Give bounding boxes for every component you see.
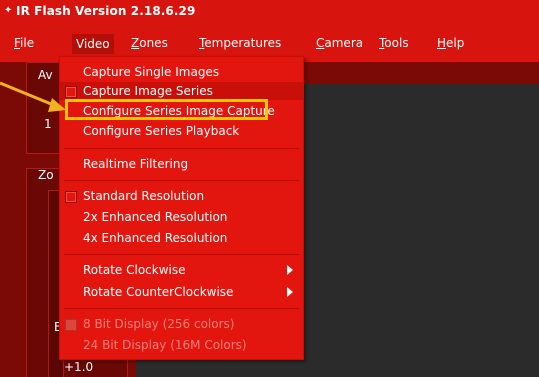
- menu-item-rotate-clockwise[interactable]: Rotate Clockwise: [60, 261, 303, 279]
- menu-item-capture-single-images[interactable]: Capture Single Images: [60, 63, 303, 81]
- menu-camera[interactable]: Camera: [316, 36, 363, 50]
- submenu-arrow-icon: [287, 287, 293, 297]
- menu-separator: [64, 254, 299, 255]
- menu-item-24bit-display[interactable]: 24 Bit Display (16M Colors): [60, 336, 303, 354]
- menu-help[interactable]: Help: [437, 36, 464, 50]
- menu-item-capture-image-series[interactable]: Capture Image Series: [60, 82, 303, 100]
- menu-item-rotate-counterclockwise[interactable]: Rotate CounterClockwise: [60, 283, 303, 301]
- menu-item-standard-resolution[interactable]: Standard Resolution: [60, 187, 303, 205]
- menu-separator: [64, 308, 299, 309]
- zoom-label: Zo: [38, 168, 54, 182]
- menu-item-4x-enhanced-resolution[interactable]: 4x Enhanced Resolution: [60, 229, 303, 247]
- checkbox-icon: [65, 319, 77, 331]
- annotation-arrow-icon: [0, 81, 66, 112]
- annotation-highlight-box: [65, 99, 268, 120]
- menu-separator: [64, 180, 299, 181]
- menu-item-configure-series-playback[interactable]: Configure Series Playback: [60, 122, 303, 140]
- submenu-arrow-icon: [287, 265, 293, 275]
- menu-zones[interactable]: Zones: [131, 36, 168, 50]
- menu-tools[interactable]: Tools: [379, 36, 409, 50]
- menu-item-2x-enhanced-resolution[interactable]: 2x Enhanced Resolution: [60, 208, 303, 226]
- menu-separator: [64, 148, 299, 149]
- title-bar: ✦ IR Flash Version 2.18.6.29: [0, 0, 539, 26]
- app-window: ✦ IR Flash Version 2.18.6.29 File Video …: [0, 0, 539, 377]
- exposure-value: +1.0: [64, 360, 94, 374]
- checkbox-icon: [65, 191, 77, 203]
- menu-temperatures[interactable]: Temperatures: [199, 36, 281, 50]
- menu-item-realtime-filtering[interactable]: Realtime Filtering: [60, 155, 303, 173]
- menu-item-8bit-display[interactable]: 8 Bit Display (256 colors): [60, 315, 303, 333]
